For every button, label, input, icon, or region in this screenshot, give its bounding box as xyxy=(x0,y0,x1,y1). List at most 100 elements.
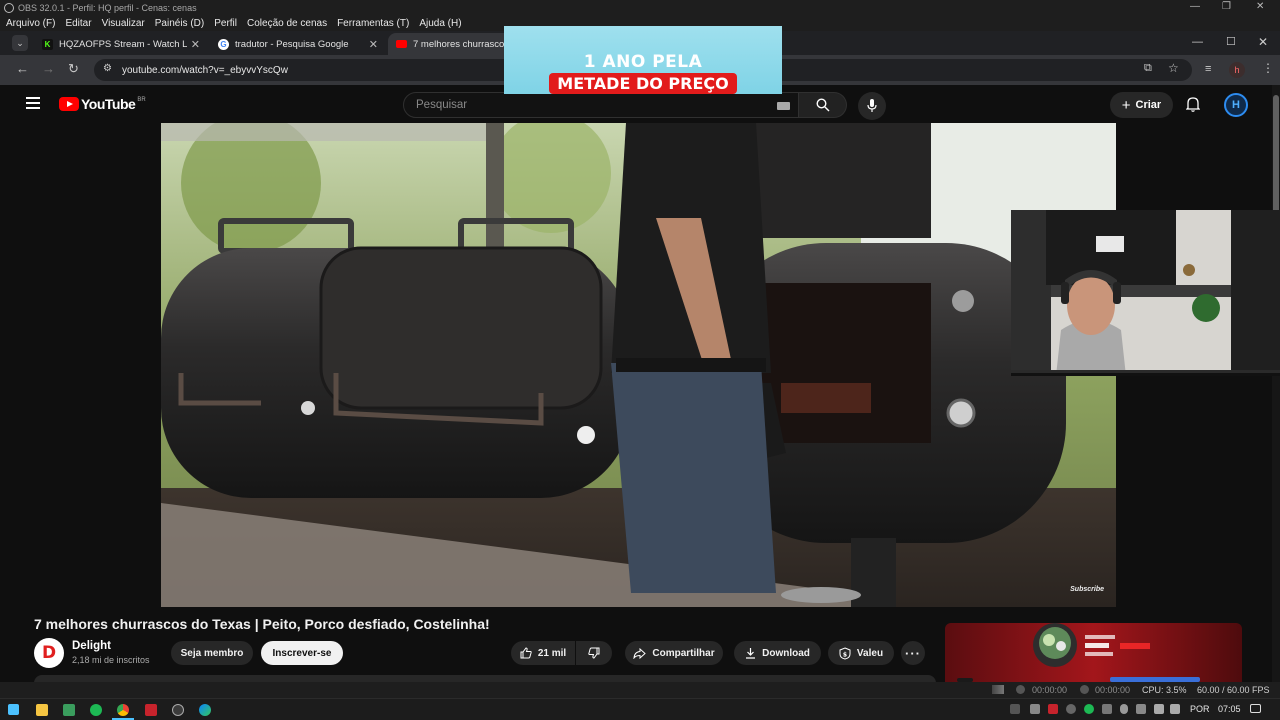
search-button[interactable] xyxy=(799,92,847,118)
page-scrollbar[interactable] xyxy=(1272,85,1280,682)
profile-avatar[interactable]: h xyxy=(1229,62,1245,78)
like-button[interactable]: 21 mil xyxy=(511,641,575,665)
thumbs-down-icon xyxy=(588,647,600,659)
chrome-icon[interactable] xyxy=(117,704,129,716)
file-explorer-icon[interactable] xyxy=(36,704,48,716)
hamburger-menu-icon[interactable] xyxy=(26,97,40,112)
tray-app-icon[interactable] xyxy=(1030,704,1040,714)
tray-app-icon[interactable] xyxy=(1048,704,1058,714)
windows-taskbar: POR 07:05 xyxy=(0,698,1280,720)
search-input[interactable]: Pesquisar xyxy=(403,92,799,118)
super-thanks-icon: $ xyxy=(839,646,851,660)
download-button[interactable]: Download xyxy=(734,641,821,665)
tray-app-icon[interactable] xyxy=(1102,704,1112,714)
account-avatar[interactable]: H xyxy=(1224,93,1248,117)
site-info-icon[interactable]: ⚙ xyxy=(103,63,112,74)
svg-text:$: $ xyxy=(843,651,847,658)
tray-microphone-icon[interactable] xyxy=(1120,704,1128,714)
description-box[interactable] xyxy=(34,675,936,682)
webcam-feed-image xyxy=(1011,210,1280,373)
keyboard-icon[interactable] xyxy=(777,102,790,110)
subscribe-button[interactable]: Inscrever-se xyxy=(261,641,343,665)
browser-menu-icon[interactable]: ⋮ xyxy=(1262,61,1274,75)
youtube-icon xyxy=(396,40,407,48)
menu-colecao-de-cenas[interactable]: Coleção de cenas xyxy=(247,18,327,29)
share-button[interactable]: Compartilhar xyxy=(625,641,723,665)
windows-start-icon[interactable] xyxy=(8,704,19,715)
ad-banner-overlay[interactable]: 1 ANO PELA METADE DO PREÇO xyxy=(504,26,782,94)
channel-name[interactable]: Delight xyxy=(72,640,111,652)
maximize-icon[interactable]: ☐ xyxy=(1226,35,1236,48)
join-label: Seja membro xyxy=(180,647,244,659)
notifications-icon[interactable] xyxy=(1250,704,1261,713)
tray-app-icon[interactable] xyxy=(1066,704,1076,714)
record-timer: 00:00:00 xyxy=(1095,685,1131,695)
obs-status-bar: 00:00:00 00:00:00 CPU: 3.5% 60.00 / 60.0… xyxy=(0,682,1280,698)
restore-icon[interactable]: ❐ xyxy=(1222,1,1231,12)
create-button[interactable]: + Criar xyxy=(1110,92,1173,118)
video-watermark: Subscribe xyxy=(1070,586,1104,593)
video-title: 7 melhores churrascos do Texas | Peito, … xyxy=(34,616,490,632)
menu-visualizar[interactable]: Visualizar xyxy=(102,18,145,29)
menu-ferramentas[interactable]: Ferramentas (T) xyxy=(337,18,409,29)
tab-close-icon[interactable]: ✕ xyxy=(369,38,378,51)
bookmark-star-icon[interactable]: ☆ xyxy=(1168,61,1179,75)
thumbs-up-icon xyxy=(520,647,532,659)
spotify-icon[interactable] xyxy=(90,704,102,716)
volume-icon[interactable] xyxy=(1154,704,1164,714)
voice-search-button[interactable] xyxy=(858,92,886,120)
cpu-usage: CPU: 3.5% xyxy=(1142,685,1187,695)
minimize-icon[interactable]: — xyxy=(1190,1,1200,12)
like-count: 21 mil xyxy=(537,647,567,659)
media-controls-icon[interactable]: ≡ xyxy=(1205,63,1211,75)
notifications-bell-icon[interactable] xyxy=(1186,96,1200,112)
xbox-app-icon[interactable] xyxy=(63,704,75,716)
obs-taskbar-icon[interactable] xyxy=(172,704,184,716)
menu-arquivo[interactable]: Arquivo (F) xyxy=(6,18,55,29)
youtube-play-icon xyxy=(59,97,79,111)
menu-ajuda[interactable]: Ajuda (H) xyxy=(419,18,461,29)
close-icon[interactable]: ✕ xyxy=(1258,35,1268,49)
tab-google-search[interactable]: G tradutor - Pesquisa Google ✕ xyxy=(210,33,386,55)
news-app-icon[interactable] xyxy=(145,704,157,716)
tray-spotify-icon[interactable] xyxy=(1084,704,1094,714)
tab-kick-stream[interactable]: K HQZAOFPS Stream - Watch Live ✕ xyxy=(34,33,208,55)
tray-app-icon[interactable] xyxy=(1136,704,1146,714)
clock[interactable]: 07:05 xyxy=(1218,704,1241,714)
more-horizontal-icon: ··· xyxy=(905,645,921,661)
forward-arrow-icon[interactable]: → xyxy=(42,61,55,76)
stream-timer: 00:00:00 xyxy=(1032,685,1068,695)
dislike-button[interactable] xyxy=(576,641,612,665)
youtube-logo[interactable]: YouTube BR xyxy=(59,96,146,112)
youtube-page: YouTube BR Pesquisar + Criar H Subscribe… xyxy=(6,85,1272,682)
tab-label: HQZAOFPS Stream - Watch Live xyxy=(59,38,187,50)
tab-close-icon[interactable]: ✕ xyxy=(191,38,200,51)
signal-strength-icon xyxy=(992,685,1004,694)
more-actions-button[interactable]: ··· xyxy=(901,641,925,665)
join-button[interactable]: Seja membro xyxy=(171,641,253,665)
cast-icon[interactable]: ⧉ xyxy=(1144,62,1152,75)
minimize-icon[interactable]: — xyxy=(1192,36,1203,48)
subscriber-count: 2,18 mi de inscritos xyxy=(72,655,150,665)
menu-editar[interactable]: Editar xyxy=(65,18,91,29)
menu-perfil[interactable]: Perfil xyxy=(214,18,237,29)
search-icon xyxy=(815,98,829,112)
sidebar-ad-card[interactable] xyxy=(945,623,1242,682)
tray-chevron-icon[interactable] xyxy=(1010,704,1020,714)
back-arrow-icon[interactable]: ← xyxy=(16,61,29,76)
edge-icon[interactable] xyxy=(199,704,211,716)
fps-readout: 60.00 / 60.00 FPS xyxy=(1197,685,1270,695)
channel-avatar[interactable]: D xyxy=(34,638,64,668)
obs-window-title: OBS 32.0.1 - Perfil: HQ perfil - Cenas: … xyxy=(18,3,197,13)
url-text: youtube.com/watch?v=_ebyvvYscQw xyxy=(122,64,288,76)
close-icon[interactable]: ✕ xyxy=(1256,1,1264,12)
menu-paineis[interactable]: Painéis (D) xyxy=(155,18,204,29)
video-player[interactable]: Subscribe xyxy=(161,123,1116,607)
kick-icon: K xyxy=(42,38,53,50)
network-icon[interactable] xyxy=(1170,704,1180,714)
thanks-button[interactable]: $ Valeu xyxy=(828,641,894,665)
input-language[interactable]: POR xyxy=(1190,704,1210,714)
reload-icon[interactable]: ↻ xyxy=(68,61,79,77)
google-icon: G xyxy=(218,38,229,50)
tab-search-chevron-icon[interactable]: ⌄ xyxy=(12,35,28,51)
